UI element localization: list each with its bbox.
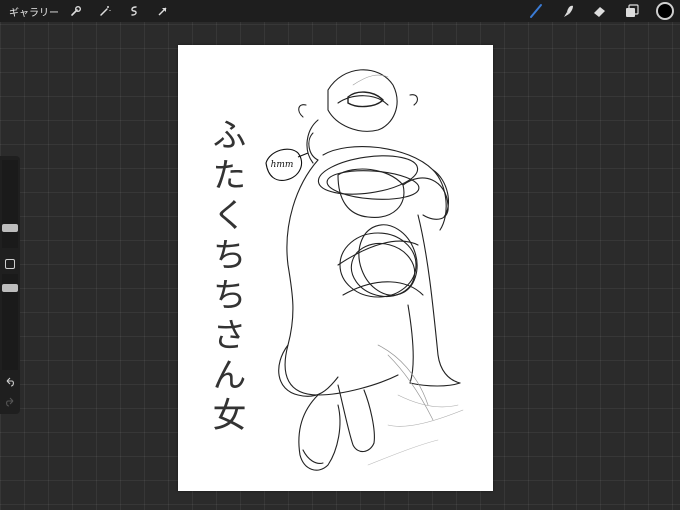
redo-icon[interactable]	[4, 396, 16, 408]
eraser-icon[interactable]	[592, 3, 608, 19]
layers-icon[interactable]	[624, 3, 640, 19]
drawing-canvas[interactable]: hmm ふたくちちさん女	[178, 45, 493, 491]
gallery-button[interactable]: ギャラリー	[9, 4, 59, 19]
smudge-icon[interactable]	[560, 3, 576, 19]
sketch-artwork: hmm ふたくちちさん女	[206, 69, 464, 471]
brush-size-slider[interactable]	[2, 160, 18, 248]
wrench-icon[interactable]	[69, 4, 83, 18]
magic-wand-icon[interactable]	[98, 4, 112, 18]
top-toolbar: ギャラリー	[0, 0, 680, 22]
brush-size-handle[interactable]	[2, 224, 18, 232]
eyedropper-button[interactable]	[5, 259, 15, 269]
brush-opacity-handle[interactable]	[2, 284, 18, 292]
speech-bubble-text: hmm	[271, 160, 294, 170]
right-toolset	[528, 0, 680, 22]
vertical-handwritten-text: ふたくちちさん女	[206, 117, 246, 437]
selection-icon[interactable]	[127, 4, 141, 18]
undo-icon[interactable]	[4, 376, 16, 388]
brush-sidebar	[0, 156, 20, 414]
transform-arrow-icon[interactable]	[156, 4, 170, 18]
color-picker-swatch[interactable]	[656, 2, 674, 20]
brush-icon[interactable]	[528, 3, 544, 19]
